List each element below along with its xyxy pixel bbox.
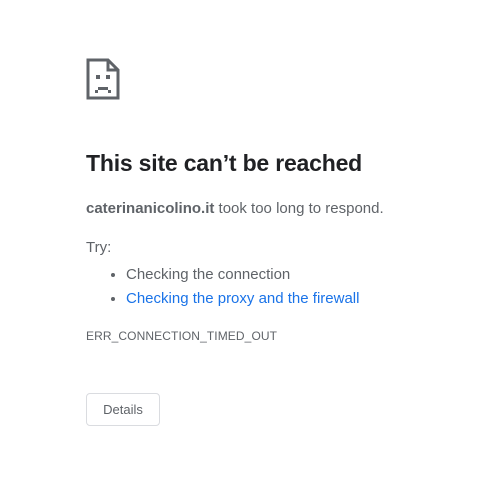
- check-proxy-firewall-link[interactable]: Checking the proxy and the firewall: [126, 290, 359, 307]
- suggestion-check-proxy-firewall: Checking the proxy and the firewall: [126, 287, 476, 311]
- page-title: This site can’t be reached: [86, 150, 363, 176]
- try-label: Try:: [86, 239, 112, 256]
- error-code: ERR_CONNECTION_TIMED_OUT: [86, 329, 278, 343]
- suggestion-check-connection: Checking the connection: [126, 263, 476, 287]
- details-button[interactable]: Details: [86, 393, 160, 426]
- error-summary: caterinanicolino.it took too long to res…: [86, 199, 476, 219]
- error-page: This site can’t be reached caterinanicol…: [86, 58, 476, 344]
- sad-page-icon: [86, 58, 120, 100]
- error-message: took too long to respond.: [214, 200, 384, 217]
- site-domain: caterinanicolino.it: [86, 200, 215, 217]
- suggestions-list: Checking the connection Checking the pro…: [86, 263, 476, 311]
